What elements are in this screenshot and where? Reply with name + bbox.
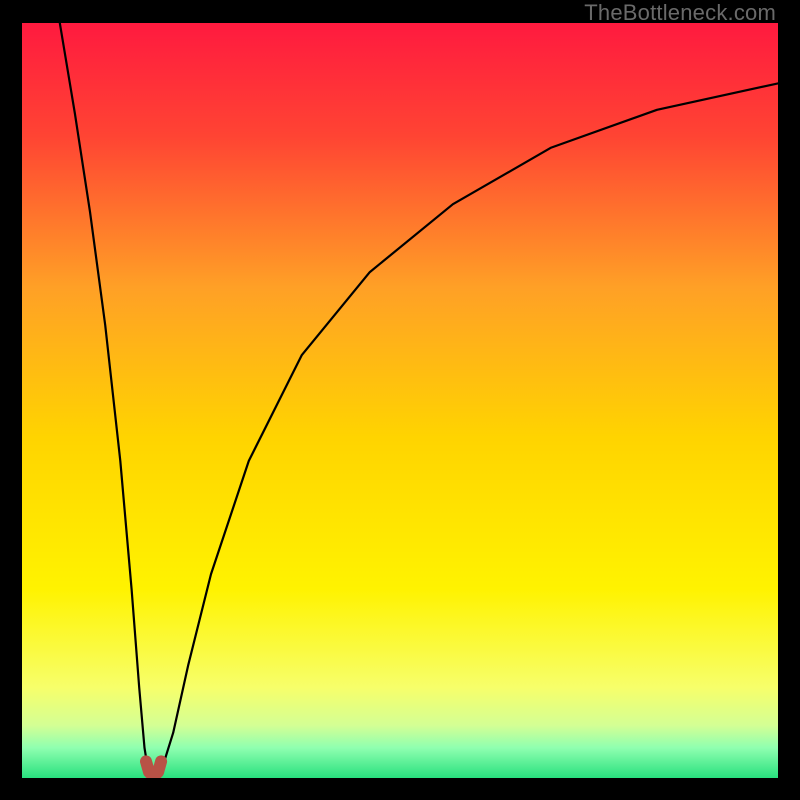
gradient-background xyxy=(22,23,778,778)
chart-frame: TheBottleneck.com xyxy=(0,0,800,800)
watermark-text: TheBottleneck.com xyxy=(584,0,776,26)
bottleneck-plot xyxy=(22,23,778,778)
